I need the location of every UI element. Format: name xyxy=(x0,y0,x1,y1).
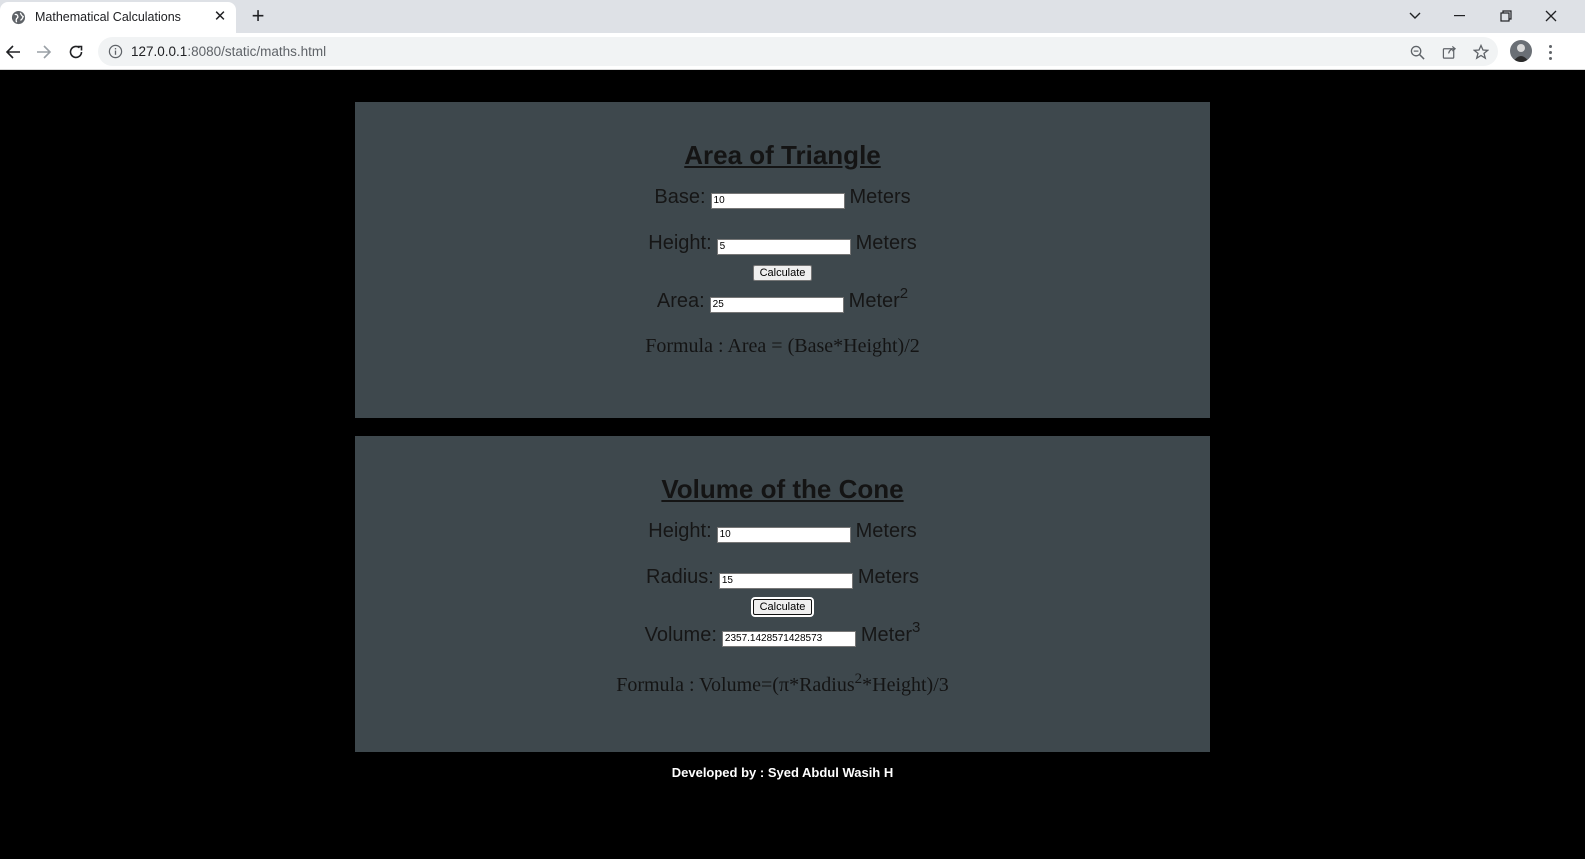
volume-output[interactable] xyxy=(721,630,856,647)
triangle-height-label: Height: xyxy=(648,232,712,254)
base-row: Base: Meters xyxy=(355,186,1210,209)
share-icon[interactable] xyxy=(1440,43,1458,61)
profile-avatar[interactable] xyxy=(1510,40,1532,62)
tab-title: Mathematical Calculations xyxy=(35,10,181,24)
info-icon[interactable] xyxy=(108,44,123,59)
area-row: Area: Meter2 xyxy=(355,285,1210,313)
cone-button-row: Calculate xyxy=(355,597,1210,617)
triangle-height-input[interactable] xyxy=(716,238,851,255)
triangle-calculate-button[interactable]: Calculate xyxy=(752,265,813,281)
triangle-card: Area of Triangle Base: Meters Height: Me… xyxy=(355,102,1210,418)
browser-toolbar: 127.0.0.1:8080/static/maths.html xyxy=(0,33,1585,70)
cone-card: Volume of the Cone Height: Meters Radius… xyxy=(355,436,1210,752)
cone-height-row: Height: Meters xyxy=(355,520,1210,543)
address-bar[interactable]: 127.0.0.1:8080/static/maths.html xyxy=(98,37,1498,66)
cone-height-unit: Meters xyxy=(855,520,917,542)
tab-search-chevron-icon[interactable] xyxy=(1395,3,1435,29)
area-output[interactable] xyxy=(709,296,844,313)
triangle-height-row: Height: Meters xyxy=(355,232,1210,255)
page-body: Area of Triangle Base: Meters Height: Me… xyxy=(0,70,1585,859)
volume-unit-exponent: 3 xyxy=(912,619,921,636)
zoom-icon[interactable] xyxy=(1408,43,1426,61)
triangle-height-unit: Meters xyxy=(855,232,917,254)
bookmark-star-icon[interactable] xyxy=(1472,43,1490,61)
volume-unit: Meter3 xyxy=(860,619,921,646)
tab-close-icon[interactable]: ✕ xyxy=(212,9,228,25)
volume-row: Volume: Meter3 xyxy=(355,619,1210,647)
browser-menu-icon[interactable] xyxy=(1543,41,1557,63)
cone-formula-exponent: 2 xyxy=(854,671,863,687)
triangle-formula: Formula : Area = (Base*Height)/2 xyxy=(645,335,920,357)
triangle-button-row: Calculate xyxy=(355,265,1210,281)
browser-tab[interactable]: Mathematical Calculations ✕ xyxy=(0,2,236,33)
radius-input[interactable] xyxy=(718,572,853,589)
reload-icon[interactable] xyxy=(65,41,87,63)
cone-calculate-button[interactable]: Calculate xyxy=(750,597,815,617)
cone-title: Volume of the Cone xyxy=(661,474,904,504)
tab-strip: Mathematical Calculations ✕ + xyxy=(0,0,1585,33)
area-unit-exponent: 2 xyxy=(899,285,909,302)
footer-credit: Developed by : Syed Abdul Wasih H xyxy=(671,765,894,780)
area-label: Area: xyxy=(656,290,705,312)
triangle-title: Area of Triangle xyxy=(684,140,881,170)
radius-label: Radius: xyxy=(646,566,714,588)
back-arrow-icon[interactable] xyxy=(2,41,24,63)
minimize-icon[interactable] xyxy=(1440,3,1480,29)
close-window-icon[interactable] xyxy=(1531,3,1571,29)
base-unit: Meters xyxy=(849,186,911,208)
radius-row: Radius: Meters xyxy=(355,566,1210,589)
new-tab-button[interactable]: + xyxy=(244,5,272,29)
area-unit: Meter2 xyxy=(848,285,909,312)
radius-unit: Meters xyxy=(857,566,919,588)
url-text: 127.0.0.1:8080/static/maths.html xyxy=(131,44,327,59)
base-label: Base: xyxy=(654,186,706,208)
restore-icon[interactable] xyxy=(1486,3,1526,29)
base-input[interactable] xyxy=(710,192,845,209)
forward-arrow-icon[interactable] xyxy=(33,41,55,63)
cone-formula: Formula : Volume=(π*Radius2*Height)/3 xyxy=(616,671,949,697)
cone-height-label: Height: xyxy=(648,520,712,542)
volume-label: Volume: xyxy=(644,624,717,646)
cone-height-input[interactable] xyxy=(716,526,851,543)
globe-icon xyxy=(11,10,26,25)
